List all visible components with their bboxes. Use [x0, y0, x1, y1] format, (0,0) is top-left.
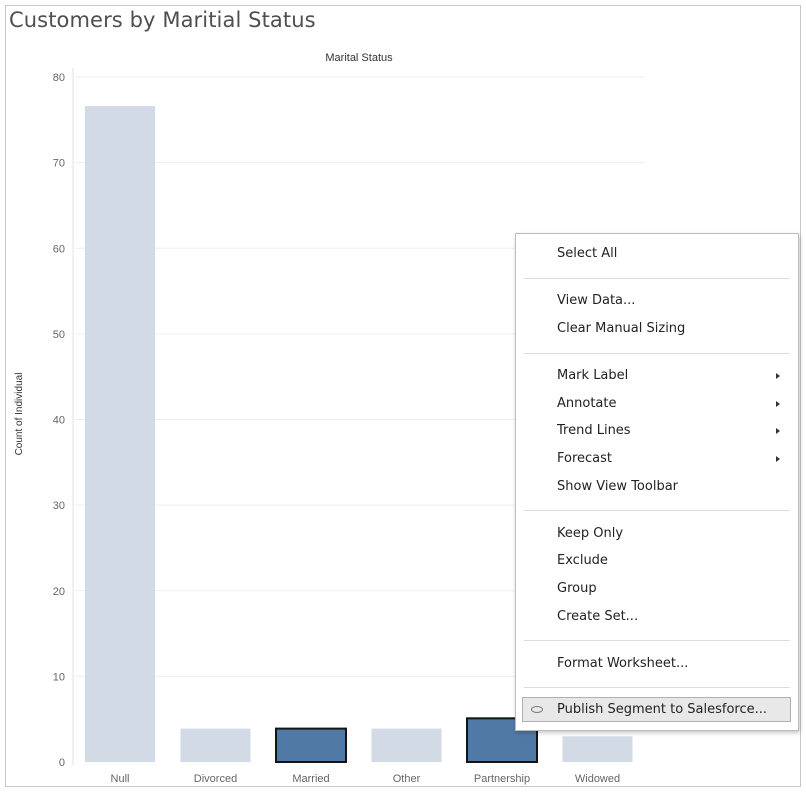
menu-separator	[524, 687, 790, 688]
x-tick-label: Partnership	[474, 773, 530, 785]
y-tick-label: 40	[53, 415, 65, 427]
submenu-arrow-icon	[776, 401, 780, 407]
x-tick-label: Null	[111, 773, 130, 785]
y-tick-label: 70	[53, 158, 65, 170]
menu-item-trend-lines[interactable]: Trend Lines	[557, 423, 631, 439]
x-tick-label: Other	[393, 773, 421, 785]
y-tick-label: 0	[59, 757, 65, 769]
submenu-arrow-icon	[776, 373, 780, 379]
menu-item-show-view-toolbar[interactable]: Show View Toolbar	[557, 479, 678, 495]
y-tick-label: 10	[53, 671, 65, 683]
menu-separator	[524, 510, 790, 511]
menu-item-annotate[interactable]: Annotate	[557, 396, 616, 412]
y-tick-label: 20	[53, 586, 65, 598]
menu-item-exclude[interactable]: Exclude	[557, 553, 608, 569]
menu-item-create-set[interactable]: Create Set...	[557, 609, 638, 625]
menu-item-clear-manual-sizing[interactable]: Clear Manual Sizing	[557, 321, 685, 337]
context-menu: Select All View Data... Clear Manual Siz…	[515, 233, 799, 731]
bar-widowed	[562, 736, 633, 762]
submenu-arrow-icon	[776, 428, 780, 434]
column-header: Marital Status	[325, 52, 393, 64]
salesforce-cloud-icon	[531, 706, 543, 713]
menu-item-group[interactable]: Group	[557, 581, 597, 597]
menu-item-mark-label[interactable]: Mark Label	[557, 368, 628, 384]
x-tick-label: Married	[292, 773, 329, 785]
menu-separator	[524, 278, 790, 279]
x-tick-label: Divorced	[194, 773, 237, 785]
menu-separator	[524, 640, 790, 641]
bar-married	[275, 727, 347, 764]
menu-item-publish-segment-label: Publish Segment to Salesforce...	[557, 702, 768, 717]
y-axis-label: Count of Individual	[14, 373, 25, 456]
y-tick-label: 50	[53, 329, 65, 341]
submenu-arrow-icon	[776, 456, 780, 462]
menu-item-forecast[interactable]: Forecast	[557, 451, 612, 467]
y-tick-label: 80	[53, 72, 65, 84]
menu-item-select-all[interactable]: Select All	[557, 246, 617, 262]
y-tick-label: 60	[53, 243, 65, 255]
bar-null	[85, 106, 155, 763]
bar-other	[371, 728, 442, 762]
y-tick-label: 30	[53, 500, 65, 512]
menu-item-view-data[interactable]: View Data...	[557, 293, 635, 309]
x-tick-label: Widowed	[575, 773, 620, 785]
menu-item-format-worksheet[interactable]: Format Worksheet...	[557, 656, 688, 672]
bar-divorced	[180, 728, 251, 762]
menu-separator	[524, 353, 790, 354]
menu-item-keep-only[interactable]: Keep Only	[557, 526, 623, 542]
